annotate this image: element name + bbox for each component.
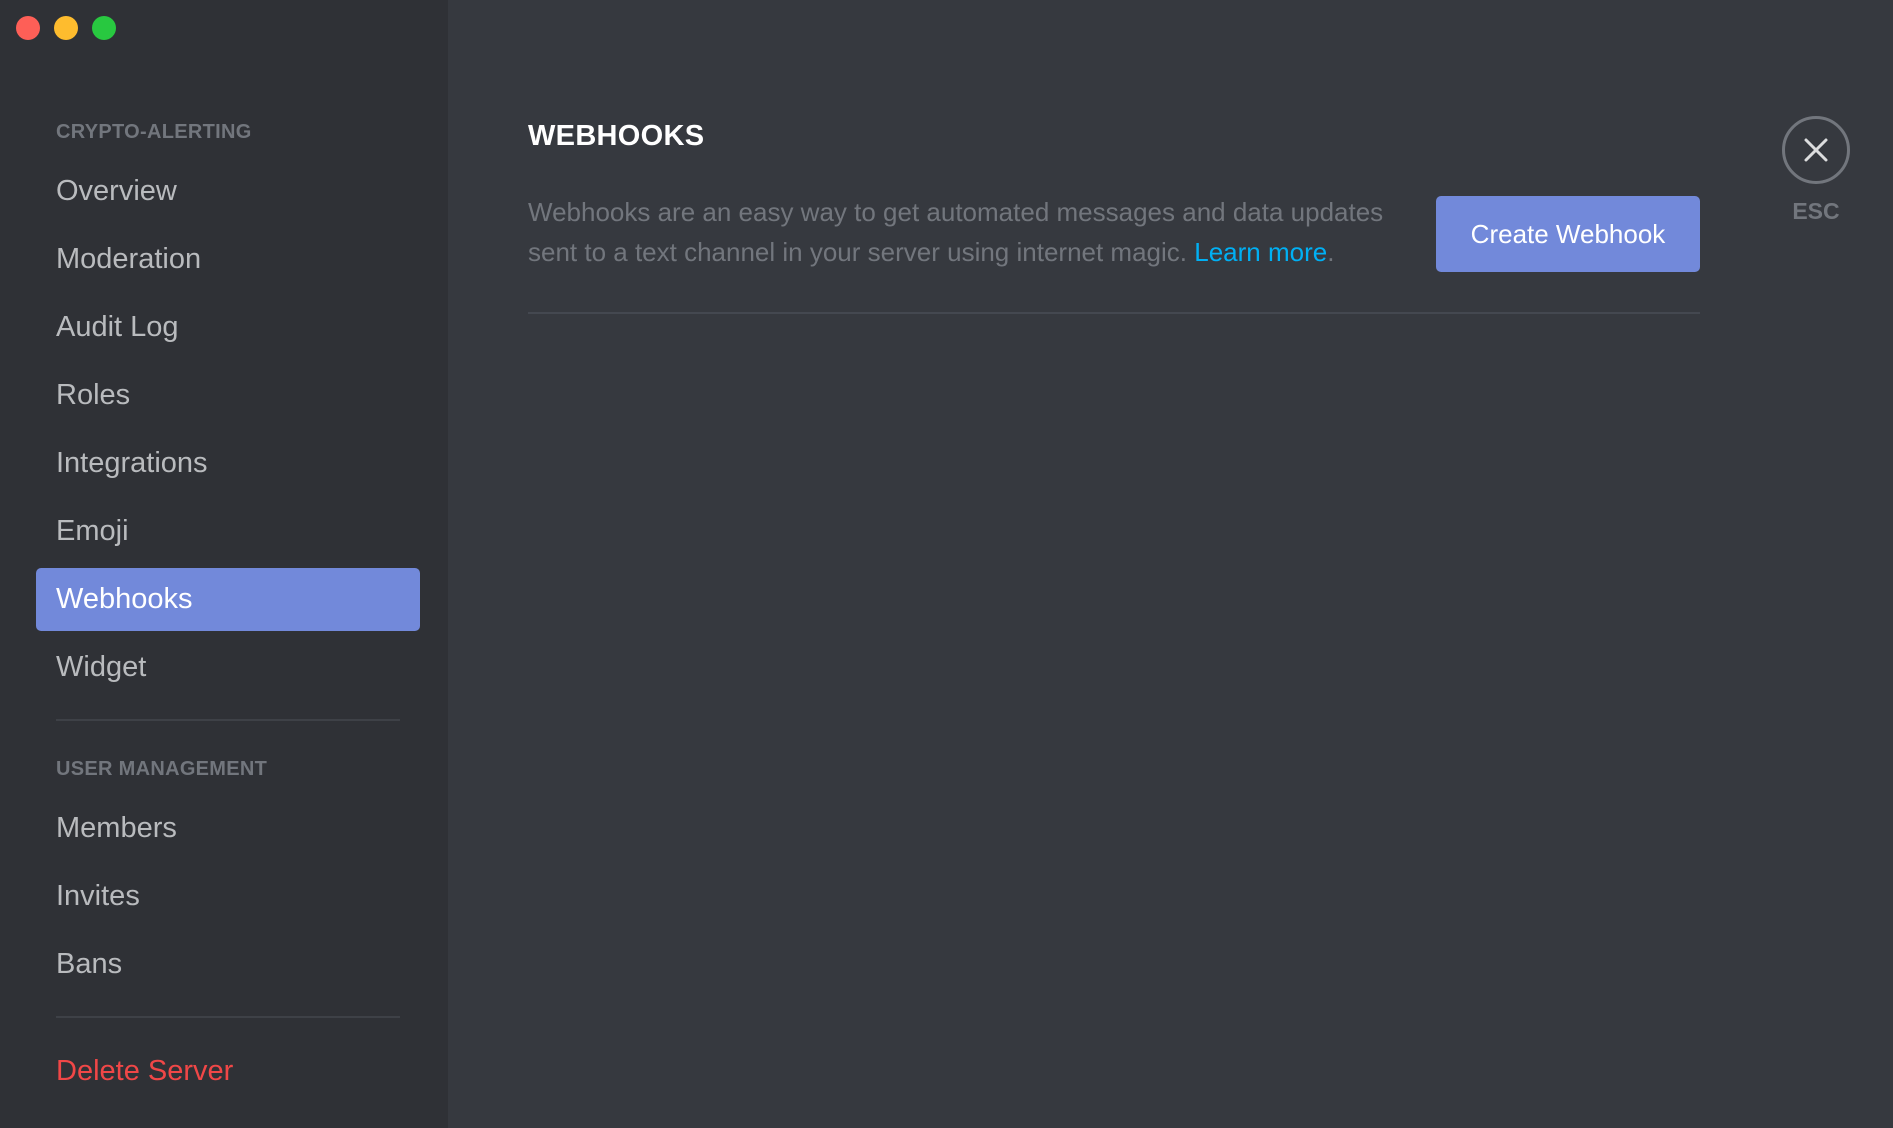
content-divider [528, 312, 1700, 314]
window-maximize-button[interactable] [92, 16, 116, 40]
sidebar-item-widget[interactable]: Widget [36, 636, 420, 699]
sidebar-item-integrations[interactable]: Integrations [36, 432, 420, 495]
description-row: Webhooks are an easy way to get automate… [528, 192, 1700, 272]
sidebar-item-moderation[interactable]: Moderation [36, 228, 420, 291]
sidebar-item-emoji[interactable]: Emoji [36, 500, 420, 563]
webhooks-description: Webhooks are an easy way to get automate… [528, 192, 1408, 272]
sidebar-item-members[interactable]: Members [36, 797, 420, 860]
window-minimize-button[interactable] [54, 16, 78, 40]
settings-nav: CRYPTO-ALERTING Overview Moderation Audi… [36, 114, 420, 1108]
close-settings: ESC [1780, 116, 1852, 225]
sidebar-item-bans[interactable]: Bans [36, 933, 420, 996]
learn-more-link[interactable]: Learn more [1194, 237, 1327, 267]
close-button[interactable] [1782, 116, 1850, 184]
sidebar-item-delete-server[interactable]: Delete Server [36, 1040, 420, 1103]
settings-sidebar: CRYPTO-ALERTING Overview Moderation Audi… [0, 0, 448, 1128]
sidebar-item-overview[interactable]: Overview [36, 160, 420, 223]
sidebar-divider [56, 719, 400, 721]
close-icon [1804, 138, 1828, 162]
create-webhook-button[interactable]: Create Webhook [1436, 196, 1700, 272]
sidebar-item-invites[interactable]: Invites [36, 865, 420, 928]
section-label-server: CRYPTO-ALERTING [56, 121, 252, 143]
sidebar-divider [56, 1016, 400, 1018]
sidebar-item-webhooks[interactable]: Webhooks [36, 568, 420, 631]
sidebar-item-roles[interactable]: Roles [36, 364, 420, 427]
sidebar-item-audit-log[interactable]: Audit Log [36, 296, 420, 359]
description-end: . [1327, 237, 1335, 267]
window-controls [16, 16, 116, 40]
esc-label: ESC [1792, 198, 1840, 224]
page-title: WEBHOOKS [528, 120, 705, 152]
section-label-user-management: USER MANAGEMENT [56, 758, 268, 780]
window-close-button[interactable] [16, 16, 40, 40]
webhooks-content: WEBHOOKS Webhooks are an easy way to get… [528, 116, 1700, 314]
